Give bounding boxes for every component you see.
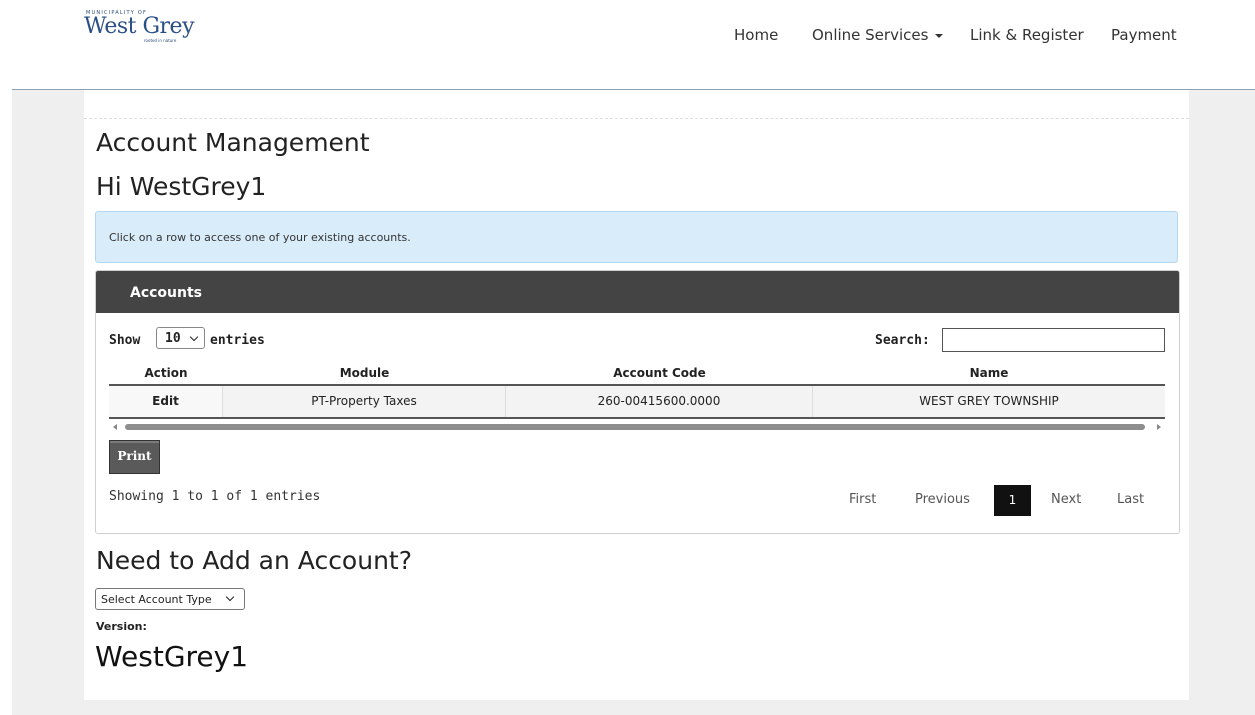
west-grey-logo[interactable]: MUNICIPALITY OF West Grey rooted in natu… (84, 10, 204, 43)
logo-tagline: rooted in nature (144, 38, 177, 43)
column-header-name[interactable]: Name (813, 366, 1165, 380)
dashed-divider (84, 118, 1189, 119)
chevron-down-icon (225, 592, 235, 602)
print-button[interactable]: Print (109, 440, 160, 474)
horizontal-scrollbar[interactable] (109, 421, 1165, 433)
column-header-module[interactable]: Module (223, 366, 506, 380)
scroll-right-icon[interactable] (1157, 424, 1161, 430)
accounts-panel-title: Accounts (130, 285, 203, 301)
account-code-cell: 260-00415600.0000 (506, 386, 813, 417)
table-row[interactable]: Edit PT-Property Taxes 260-00415600.0000… (109, 386, 1165, 419)
version-value: WestGrey1 (95, 640, 249, 673)
account-type-select[interactable]: Select Account Type (95, 588, 245, 610)
chevron-down-icon (189, 332, 199, 342)
nav-home[interactable]: Home (734, 26, 778, 44)
nav-online-services[interactable]: Online Services (812, 26, 943, 44)
accounts-panel-header: Accounts (96, 271, 1179, 313)
info-alert-text: Click on a row to access one of your exi… (109, 231, 411, 244)
scrollbar-thumb[interactable] (125, 424, 1145, 430)
add-account-heading: Need to Add an Account? (96, 546, 412, 575)
pagination-current-page[interactable]: 1 (994, 485, 1031, 516)
entries-per-page-select[interactable]: 10 (156, 327, 205, 349)
scroll-left-icon[interactable] (113, 424, 117, 430)
pagination-first[interactable]: First (849, 492, 876, 507)
edit-link[interactable]: Edit (109, 386, 223, 417)
info-alert: Click on a row to access one of your exi… (95, 211, 1178, 263)
column-header-action[interactable]: Action (109, 366, 223, 380)
module-cell: PT-Property Taxes (223, 386, 506, 417)
search-input[interactable] (942, 328, 1165, 352)
nav-link-register[interactable]: Link & Register (970, 26, 1084, 44)
pagination-next[interactable]: Next (1051, 492, 1081, 507)
entries-per-page-value: 10 (165, 331, 181, 346)
search-label: Search: (875, 333, 930, 348)
pagination-last[interactable]: Last (1117, 492, 1144, 507)
show-label: Show (109, 333, 141, 348)
name-cell: WEST GREY TOWNSHIP (919, 394, 1059, 408)
pagination-previous[interactable]: Previous (915, 492, 970, 507)
page-title: Account Management (96, 128, 370, 157)
entries-label: entries (210, 333, 265, 348)
site-header: MUNICIPALITY OF West Grey rooted in natu… (0, 0, 1255, 90)
table-info: Showing 1 to 1 of 1 entries (109, 489, 321, 504)
greeting: Hi WestGrey1 (96, 172, 267, 201)
logo-wordmark: West Grey (84, 14, 195, 39)
nav-payment[interactable]: Payment (1111, 26, 1177, 44)
column-header-account-code[interactable]: Account Code (506, 366, 813, 380)
version-label: Version: (96, 620, 147, 633)
account-type-value: Select Account Type (101, 593, 212, 606)
